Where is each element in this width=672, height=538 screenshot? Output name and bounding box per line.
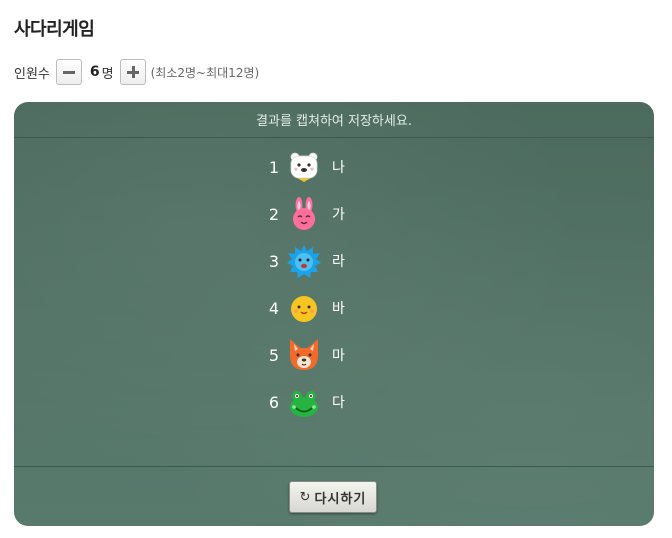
minus-icon — [62, 66, 75, 78]
player-name: 바 — [332, 301, 345, 317]
decrease-count-button[interactable] — [55, 59, 82, 85]
participant-count-row: 인원수 6 명 (최소2명~최대12명) — [14, 59, 259, 85]
participant-count-unit: 명 — [101, 66, 114, 82]
rank-number: 5 — [268, 345, 280, 365]
retry-button[interactable]: ↻ 다시하기 — [289, 481, 377, 513]
retry-button-label: 다시하기 — [314, 491, 367, 507]
frog-icon — [286, 384, 322, 420]
participant-count-range: (최소2명~최대12명) — [150, 65, 260, 80]
refresh-icon: ↻ — [299, 489, 311, 505]
polar-bear-icon — [286, 149, 322, 185]
board-header: 결과를 캡쳐하여 저장하세요. — [14, 102, 654, 138]
result-row: 4 바 — [264, 289, 404, 327]
bunny-icon — [286, 196, 322, 232]
board-footer: ↻ 다시하기 — [14, 466, 654, 526]
result-row: 5 마 — [264, 336, 404, 374]
rank-number: 3 — [268, 251, 280, 271]
result-row: 6 다 — [264, 383, 404, 421]
page-title: 사다리게임 — [14, 19, 95, 40]
participant-count-value: 6 — [89, 64, 100, 80]
player-name: 라 — [332, 254, 345, 270]
fox-icon — [286, 337, 322, 373]
player-name: 마 — [332, 348, 345, 364]
increase-count-button[interactable] — [119, 59, 146, 85]
player-name: 다 — [332, 395, 345, 411]
hedgehog-icon — [286, 243, 322, 279]
participant-count-label: 인원수 — [14, 66, 50, 82]
result-row: 1 나 — [264, 148, 404, 186]
rank-number: 6 — [268, 392, 280, 412]
chick-icon — [286, 290, 322, 326]
result-row: 2 가 — [264, 195, 404, 233]
player-name: 나 — [332, 160, 345, 176]
rank-number: 1 — [268, 157, 280, 177]
result-list: 1 나 2 가 3 라 4 바 5 마 6 다 — [14, 138, 654, 466]
plus-icon — [126, 66, 139, 78]
result-board: 결과를 캡쳐하여 저장하세요. 1 나 2 가 3 라 4 바 5 마 6 다 … — [14, 102, 654, 526]
rank-number: 4 — [268, 298, 280, 318]
rank-number: 2 — [268, 204, 280, 224]
player-name: 가 — [332, 207, 345, 223]
result-row: 3 라 — [264, 242, 404, 280]
ladder-game-page: 사다리게임 인원수 6 명 (최소2명~최대12명) 결과를 캡쳐하여 저장하세… — [0, 0, 672, 538]
